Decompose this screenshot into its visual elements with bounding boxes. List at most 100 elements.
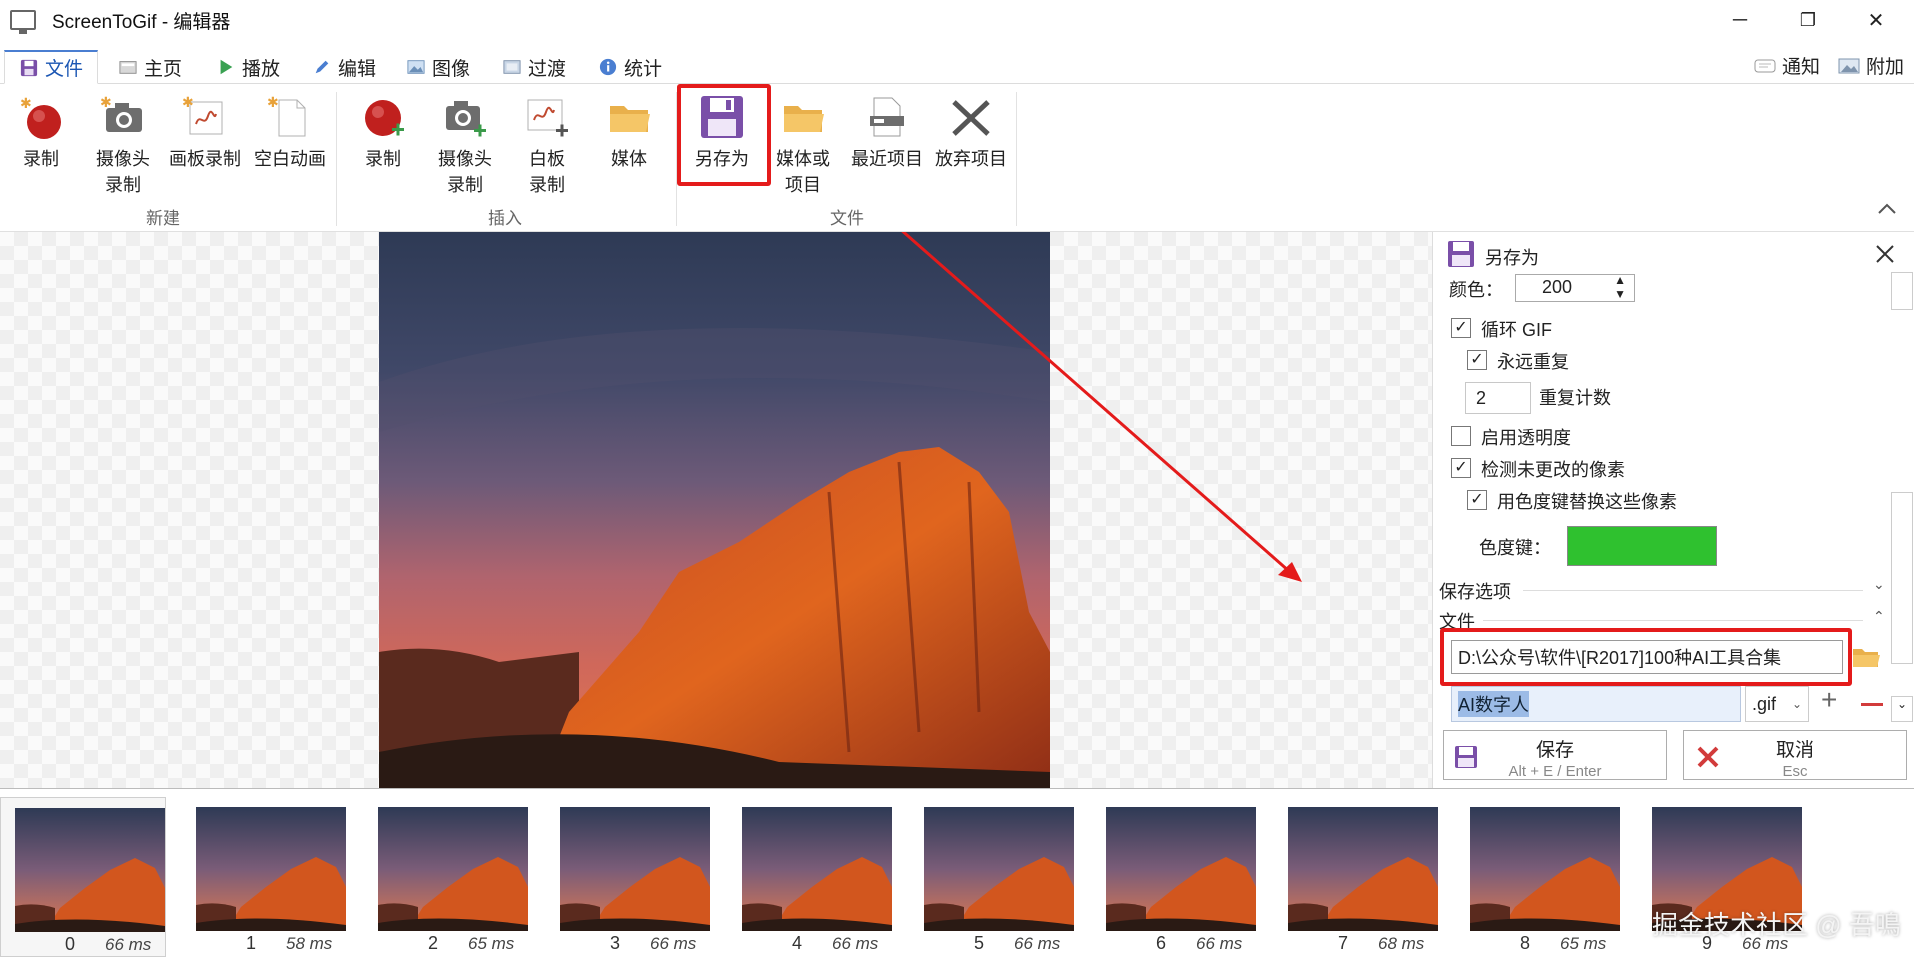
scroll-down-button[interactable]: ⌄ [1891, 696, 1913, 722]
loop-gif-checkbox[interactable]: ✓ [1451, 318, 1471, 338]
frame-duration: 66 ms [1014, 934, 1061, 953]
tab-play[interactable]: 播放 [216, 50, 280, 84]
divider [1483, 620, 1863, 621]
blank-animation-button[interactable]: ✱ 空白动画 [250, 94, 330, 172]
insert-record-button[interactable]: 录制 [356, 94, 410, 172]
frame-thumbnail [196, 807, 346, 931]
save-button[interactable]: 保存 Alt + E / Enter [1443, 730, 1667, 780]
frame-item[interactable]: 0 66 ms [0, 797, 166, 957]
chroma-key-color-picker[interactable] [1567, 526, 1717, 566]
frame-item[interactable]: 6 66 ms [1092, 797, 1258, 957]
filename-input[interactable]: AI数字人 [1451, 686, 1741, 722]
tab-edit[interactable]: 编辑 [312, 50, 376, 84]
frame-item[interactable]: 4 66 ms [728, 797, 894, 957]
notification-icon [1754, 59, 1776, 72]
transparency-checkbox[interactable] [1451, 426, 1471, 446]
extension-value: .gif [1752, 693, 1777, 714]
insert-media-button[interactable]: 媒体 [602, 94, 656, 172]
editor-canvas[interactable] [0, 232, 1432, 788]
minimize-button[interactable]: ─ [1706, 0, 1774, 40]
color-count-stepper[interactable]: 200 ▲ ▼ [1515, 273, 1635, 302]
repeat-count-input[interactable]: 2 [1465, 382, 1531, 414]
frame-item[interactable]: 8 65 ms [1456, 797, 1622, 957]
frame-duration: 66 ms [105, 935, 152, 954]
stepper-up-icon[interactable]: ▲ [1614, 273, 1626, 287]
repeat-count-label: 重复计数 [1539, 388, 1611, 408]
frame-item[interactable]: 7 68 ms [1274, 797, 1440, 957]
tab-label: 过渡 [528, 58, 567, 80]
tab-transition[interactable]: 过渡 [502, 50, 566, 84]
webcam-record-label-1: 摄像头 [96, 149, 150, 169]
pencil-icon [315, 60, 329, 74]
remove-icon[interactable] [1861, 703, 1883, 706]
svg-text:✱: ✱ [182, 94, 194, 110]
board-record-button[interactable]: ✱ 画板录制 [164, 94, 246, 172]
record-icon: ✱ [20, 95, 61, 139]
folder-icon[interactable] [1851, 644, 1881, 670]
color-label: 颜色： [1449, 280, 1503, 300]
frame-item[interactable]: 3 66 ms [546, 797, 712, 957]
cancel-label: 取消 [1775, 740, 1814, 761]
insert-board-button[interactable]: 白板 录制 [520, 94, 574, 198]
save-options-header[interactable]: 保存选项 [1439, 578, 1511, 604]
record-label: 录制 [23, 149, 59, 169]
record-button[interactable]: ✱ 录制 [14, 94, 68, 172]
discard-project-button[interactable]: 放弃项目 [930, 94, 1012, 172]
tab-file[interactable]: 文件 [4, 50, 99, 84]
close-button[interactable]: ✕ [1842, 0, 1910, 40]
color-count-value: 200 [1542, 277, 1573, 297]
chevron-down-icon: ⌄ [1791, 697, 1802, 711]
camera-icon: ✱ [100, 94, 142, 132]
tab-home[interactable]: 主页 [118, 50, 182, 84]
attach-button[interactable]: 附加 [1838, 52, 1904, 79]
close-panel-icon[interactable] [1873, 242, 1897, 266]
floppy-icon [701, 96, 743, 138]
frame-thumbnail [15, 808, 165, 932]
frame-index: 5 [973, 933, 984, 953]
save-label: 保存 [1535, 740, 1574, 761]
detect-unchanged-label: 检测未更改的像素 [1481, 460, 1625, 480]
collapse-ribbon-icon[interactable] [1876, 202, 1898, 216]
recent-projects-button[interactable]: 最近项目 [846, 94, 928, 172]
record-plus-icon [365, 100, 404, 136]
tab-image[interactable]: 图像 [406, 50, 470, 84]
whiteboard-plus-icon [527, 99, 568, 137]
cancel-shortcut: Esc [1782, 763, 1808, 780]
open-media-project-label-2: 项目 [785, 175, 821, 195]
blank-file-icon: ✱ [267, 94, 306, 137]
frame-item[interactable]: 2 65 ms [364, 797, 530, 957]
save-as-button[interactable]: 另存为 [686, 94, 758, 172]
recent-projects-label: 最近项目 [851, 149, 923, 169]
notification-button[interactable]: 通知 [1754, 52, 1820, 79]
frame-item[interactable]: 1 58 ms [182, 797, 348, 957]
scroll-up-button[interactable] [1891, 272, 1913, 310]
tab-label: 文件 [45, 59, 84, 80]
frame-duration: 68 ms [1378, 934, 1425, 953]
attach-icon [1838, 58, 1860, 73]
frame-item[interactable]: 5 66 ms [910, 797, 1076, 957]
extension-select[interactable]: .gif ⌄ [1745, 686, 1809, 722]
chevron-up-icon[interactable]: ⌃ [1873, 608, 1885, 625]
discard-x-icon [952, 100, 990, 136]
maximize-button[interactable]: ❐ [1774, 0, 1842, 40]
app-icon [10, 10, 36, 34]
scrollbar-thumb[interactable] [1891, 492, 1913, 664]
cancel-button[interactable]: 取消 Esc [1683, 730, 1907, 780]
insert-webcam-button[interactable]: 摄像头 录制 [430, 94, 500, 198]
chroma-replace-checkbox[interactable]: ✓ [1467, 490, 1487, 510]
annotation-arrow [901, 232, 1302, 582]
tab-statistics[interactable]: 统计 [598, 50, 662, 84]
floppy-icon [1448, 241, 1474, 267]
output-folder-input[interactable]: D:\公众号\软件\[R2017]100种AI工具合集 [1451, 640, 1843, 674]
webcam-record-button[interactable]: ✱ 摄像头 录制 [88, 94, 158, 198]
frame-thumbnail [1106, 807, 1256, 931]
open-media-project-button[interactable]: 媒体或 项目 [768, 94, 838, 198]
frame-index: 2 [427, 933, 438, 953]
file-section-header[interactable]: 文件 [1439, 608, 1475, 634]
add-icon[interactable]: + [1821, 684, 1837, 716]
frame-index: 0 [64, 934, 75, 954]
chevron-down-icon[interactable]: ⌄ [1873, 576, 1885, 593]
detect-unchanged-checkbox[interactable]: ✓ [1451, 458, 1471, 478]
repeat-forever-checkbox[interactable]: ✓ [1467, 350, 1487, 370]
stepper-down-icon[interactable]: ▼ [1614, 287, 1626, 301]
